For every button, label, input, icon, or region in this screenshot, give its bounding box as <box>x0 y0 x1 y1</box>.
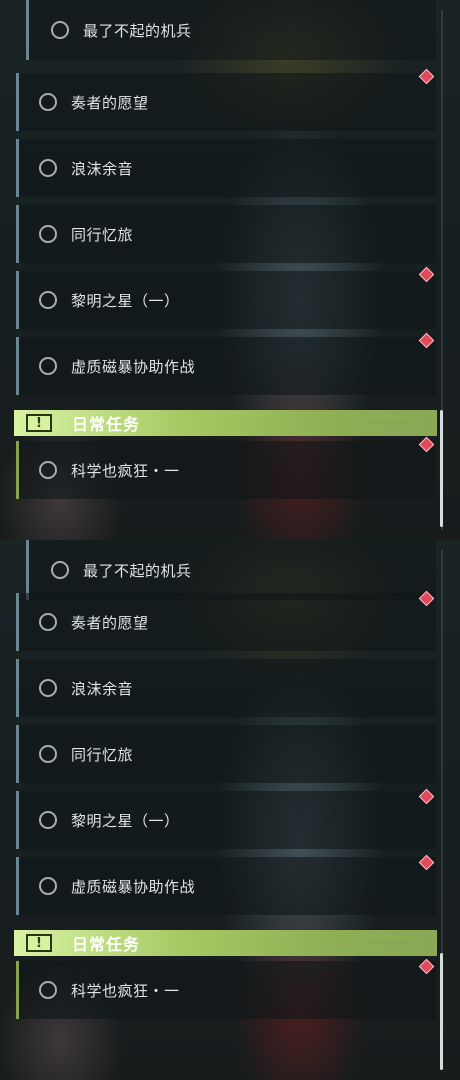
quest-title: 奏者的愿望 <box>71 613 149 632</box>
status-circle-icon <box>39 225 57 243</box>
quest-list-panel: 最了不起的机兵 奏者的愿望 浪沫余音 同行忆旅 黎明之星（一） 虚质磁暴协助作战… <box>0 540 460 1080</box>
quest-item[interactable]: 最了不起的机兵 <box>26 0 436 60</box>
quest-item[interactable]: 同行忆旅 <box>16 205 436 263</box>
status-circle-icon <box>39 291 57 309</box>
daily-quest-item[interactable]: 科学也疯狂・一 <box>16 961 436 1019</box>
quest-item[interactable]: 浪沫余音 <box>16 659 436 717</box>
status-circle-icon <box>51 21 69 39</box>
quest-item[interactable]: 奏者的愿望 <box>16 593 436 651</box>
quest-title: 科学也疯狂・一 <box>71 461 180 480</box>
section-title: 日常任务 <box>72 935 141 954</box>
daily-section-header[interactable]: ! 日常任务 ◦◦◦◦◦◦◦◦◦◦◦◦◦◦ <box>14 410 437 436</box>
quest-item[interactable]: 虚质磁暴协助作战 <box>16 337 436 395</box>
status-circle-icon <box>39 159 57 177</box>
status-circle-icon <box>39 679 57 697</box>
quest-list-panel: 最了不起的机兵 奏者的愿望 浪沫余音 同行忆旅 黎明之星（一） 虚质磁暴协助作战… <box>0 0 460 540</box>
quest-title: 奏者的愿望 <box>71 93 149 112</box>
quest-title: 黎明之星（一） <box>71 811 180 830</box>
exclamation-icon: ! <box>26 934 52 952</box>
quest-item[interactable]: 同行忆旅 <box>16 725 436 783</box>
status-circle-icon <box>39 93 57 111</box>
status-circle-icon <box>51 561 69 579</box>
quest-title: 浪沫余音 <box>71 679 134 698</box>
status-circle-icon <box>39 811 57 829</box>
quest-item[interactable]: 奏者的愿望 <box>16 73 436 131</box>
quest-title: 虚质磁暴协助作战 <box>71 877 196 896</box>
quest-title: 黎明之星（一） <box>71 291 180 310</box>
status-circle-icon <box>39 613 57 631</box>
quest-title: 最了不起的机兵 <box>83 21 192 40</box>
quest-item[interactable]: 虚质磁暴协助作战 <box>16 857 436 915</box>
exclamation-icon: ! <box>26 414 52 432</box>
daily-quest-item[interactable]: 科学也疯狂・一 <box>16 441 436 499</box>
status-circle-icon <box>39 745 57 763</box>
scrollbar-thumb[interactable] <box>440 953 443 1070</box>
quest-title: 同行忆旅 <box>71 745 134 764</box>
status-circle-icon <box>39 981 57 999</box>
daily-section-header[interactable]: ! 日常任务 ◦◦◦◦◦◦◦◦◦◦◦◦◦◦ <box>14 930 437 956</box>
section-title: 日常任务 <box>72 415 141 434</box>
scrollbar-thumb[interactable] <box>440 410 443 527</box>
quest-item[interactable]: 黎明之星（一） <box>16 791 436 849</box>
quest-item[interactable]: 浪沫余音 <box>16 139 436 197</box>
quest-title: 虚质磁暴协助作战 <box>71 357 196 376</box>
quest-title: 浪沫余音 <box>71 159 134 178</box>
quest-item[interactable]: 最了不起的机兵 <box>26 540 436 600</box>
header-decoration: ◦◦◦◦◦◦◦◦◦◦◦◦◦◦ <box>364 940 413 946</box>
quest-title: 同行忆旅 <box>71 225 134 244</box>
quest-item[interactable]: 黎明之星（一） <box>16 271 436 329</box>
status-circle-icon <box>39 357 57 375</box>
quest-title: 最了不起的机兵 <box>83 561 192 580</box>
quest-title: 科学也疯狂・一 <box>71 981 180 1000</box>
status-circle-icon <box>39 877 57 895</box>
header-decoration: ◦◦◦◦◦◦◦◦◦◦◦◦◦◦ <box>364 420 413 426</box>
status-circle-icon <box>39 461 57 479</box>
